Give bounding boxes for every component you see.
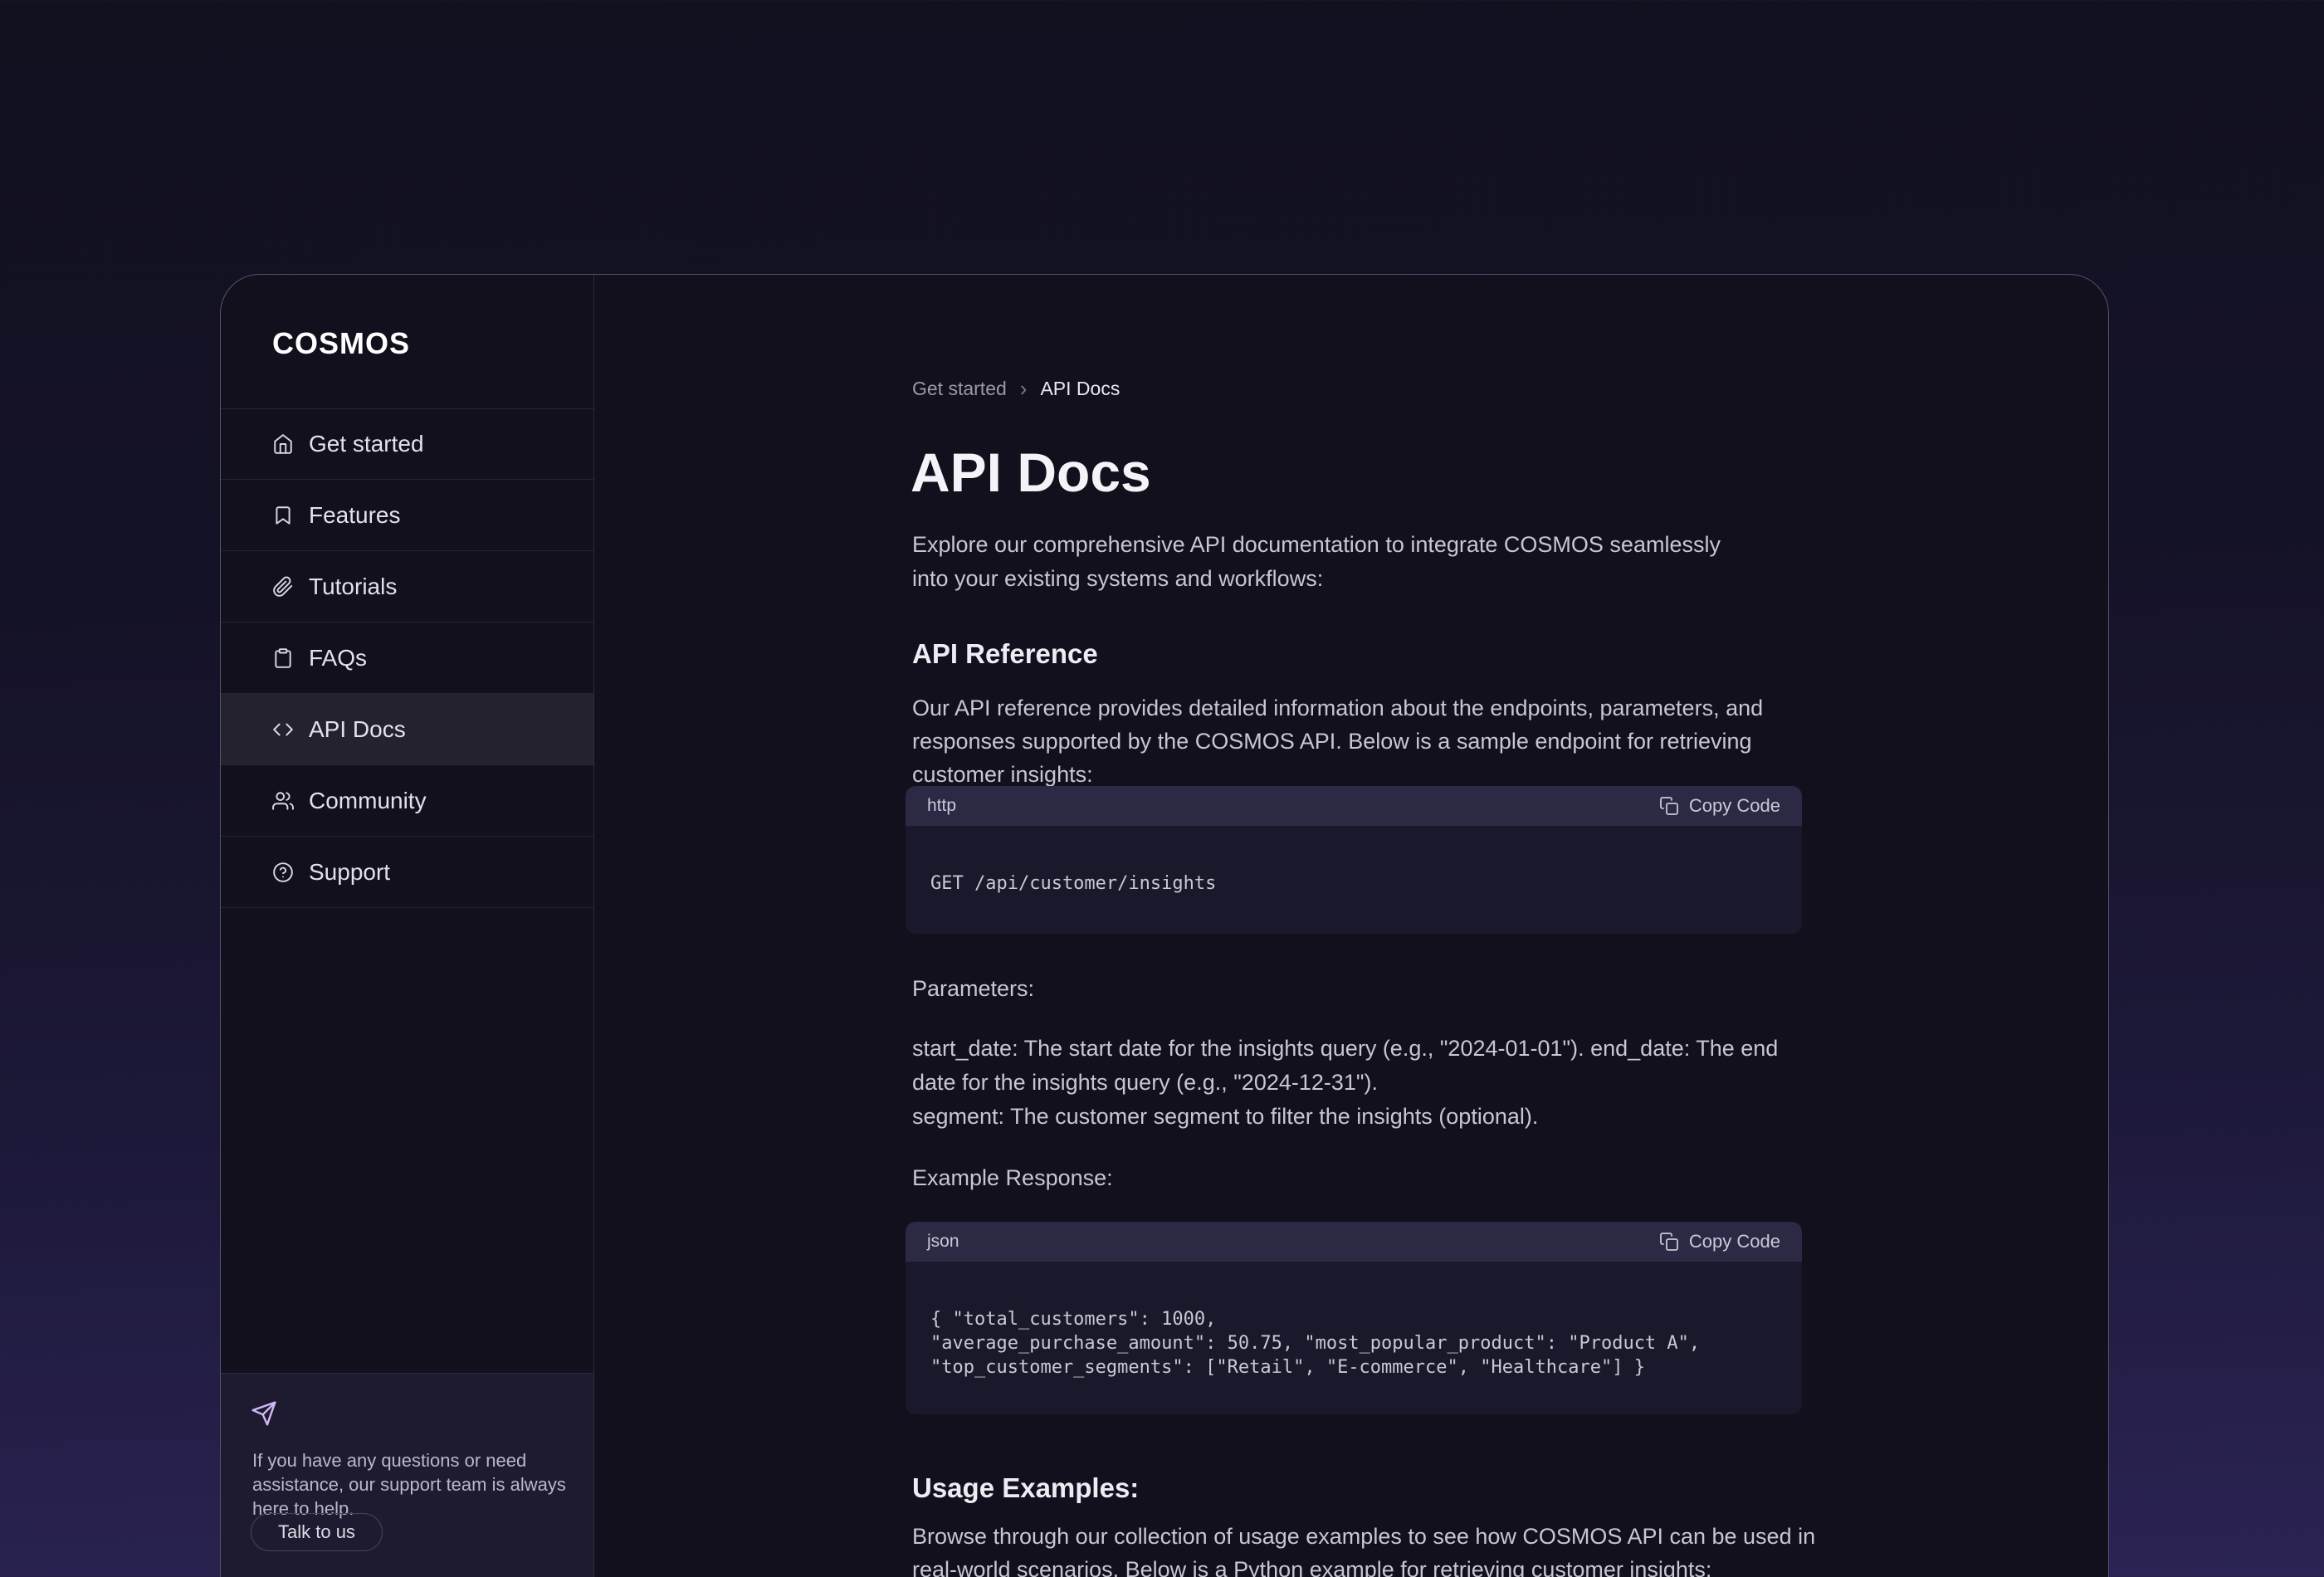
sidebar-item-get-started[interactable]: Get started <box>221 408 593 480</box>
sidebar-nav: Get started Features Tutorials <box>221 408 593 908</box>
sidebar-item-label: Community <box>309 788 427 814</box>
bookmark-icon <box>272 505 294 526</box>
app-window: COSMOS Get started Features <box>220 274 2109 1577</box>
sidebar: COSMOS Get started Features <box>221 275 594 1577</box>
parameters-label: Parameters: <box>912 972 1034 1005</box>
sidebar-item-faqs[interactable]: FAQs <box>221 622 593 694</box>
code-body: { "total_customers": 1000, "average_purc… <box>906 1262 1802 1414</box>
parameters-line: segment: The customer segment to filter … <box>912 1100 1825 1134</box>
code-language-label: json <box>927 1232 959 1252</box>
page-background: COSMOS Get started Features <box>0 0 2324 1577</box>
parameters-text: start_date: The start date for the insig… <box>912 1032 1825 1134</box>
api-reference-text: Our API reference provides detailed info… <box>912 691 1825 791</box>
support-message: If you have any questions or need assist… <box>252 1448 566 1521</box>
sidebar-item-api-docs[interactable]: API Docs <box>221 694 593 765</box>
copy-code-label: Copy Code <box>1689 1231 1780 1252</box>
brand-logo: COSMOS <box>272 326 410 361</box>
sidebar-item-support[interactable]: Support <box>221 837 593 908</box>
sidebar-item-label: FAQs <box>309 645 367 671</box>
example-response-label: Example Response: <box>912 1161 1113 1194</box>
code-header: json Copy Code <box>906 1222 1802 1262</box>
talk-to-us-button[interactable]: Talk to us <box>251 1513 383 1551</box>
copy-icon <box>1659 796 1679 816</box>
usage-examples-text: Browse through our collection of usage e… <box>912 1520 1817 1577</box>
code-language-label: http <box>927 796 956 816</box>
sidebar-item-features[interactable]: Features <box>221 480 593 551</box>
code-icon <box>272 719 294 740</box>
code-line: "average_purchase_amount": 50.75, "most_… <box>930 1331 1777 1355</box>
code-line: { "total_customers": 1000, <box>930 1307 1777 1331</box>
sidebar-item-label: Support <box>309 859 390 886</box>
code-block-http: http Copy Code GET /api/customer/insight… <box>906 786 1802 934</box>
page-title: API Docs <box>911 441 1151 504</box>
sidebar-item-label: API Docs <box>309 716 406 743</box>
code-body: GET /api/customer/insights <box>906 826 1802 934</box>
breadcrumb-current: API Docs <box>1040 378 1120 400</box>
copy-code-button[interactable]: Copy Code <box>1659 795 1780 817</box>
clipboard-icon <box>272 647 294 669</box>
sidebar-item-community[interactable]: Community <box>221 765 593 837</box>
copy-code-label: Copy Code <box>1689 795 1780 817</box>
support-panel: If you have any questions or need assist… <box>221 1373 593 1577</box>
api-reference-heading: API Reference <box>912 638 1098 670</box>
code-block-json: json Copy Code { "total_customers": 1000… <box>906 1222 1802 1414</box>
copy-code-button[interactable]: Copy Code <box>1659 1231 1780 1252</box>
code-line: GET /api/customer/insights <box>930 872 1777 896</box>
users-icon <box>272 790 294 812</box>
breadcrumb: Get started › API Docs <box>912 376 1120 402</box>
copy-icon <box>1659 1232 1679 1252</box>
sidebar-item-label: Tutorials <box>309 574 397 600</box>
sidebar-item-tutorials[interactable]: Tutorials <box>221 551 593 622</box>
parameters-line: start_date: The start date for the insig… <box>912 1032 1825 1100</box>
sidebar-item-label: Features <box>309 502 401 529</box>
chevron-right-icon: › <box>1020 376 1028 402</box>
intro-text: Explore our comprehensive API documentat… <box>912 528 1759 596</box>
code-header: http Copy Code <box>906 786 1802 826</box>
paperclip-icon <box>272 576 294 598</box>
help-circle-icon <box>272 862 294 883</box>
home-icon <box>272 433 294 455</box>
send-icon <box>251 1400 277 1427</box>
usage-examples-heading: Usage Examples: <box>912 1472 1139 1504</box>
breadcrumb-parent[interactable]: Get started <box>912 378 1007 400</box>
sidebar-item-label: Get started <box>309 431 424 457</box>
code-line: "top_customer_segments": ["Retail", "E-c… <box>930 1355 1777 1379</box>
